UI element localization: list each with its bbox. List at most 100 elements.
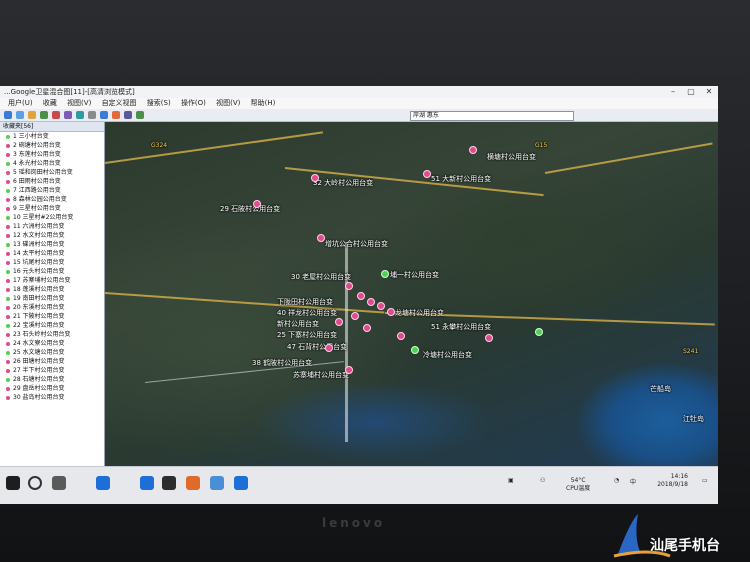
favorite-item[interactable]: 10 三星村#2公用台变 [0,213,104,222]
wifi-icon[interactable]: ◔ [614,477,619,484]
menu-item[interactable]: 收藏 [43,98,57,109]
menu-item[interactable]: 帮助(H) [251,98,276,109]
menu-item[interactable]: 自定义视图 [102,98,137,109]
ruler-icon[interactable] [88,111,96,119]
close-button[interactable]: ✕ [700,86,718,98]
download-icon[interactable] [112,111,120,119]
favorite-item[interactable]: 9 三星村公用台变 [0,204,104,213]
map-marker[interactable] [357,292,365,300]
marker-icon[interactable] [136,111,144,119]
settings-icon[interactable] [124,111,132,119]
maximize-button[interactable]: ▢ [682,86,700,98]
satellite-map[interactable]: 横塘村公用台变 51 大新村公用台变 32 大岭村公用台变 29 石陂村公用台变… [105,122,718,466]
map-marker[interactable] [351,312,359,320]
map-marker[interactable] [411,346,419,354]
folder-icon[interactable] [4,111,12,119]
favorite-item[interactable]: 13 碟洲村公用台变 [0,240,104,249]
favorite-item[interactable]: 22 宝溪村公用台变 [0,321,104,330]
favorite-item[interactable]: 7 江西路公用台变 [0,186,104,195]
person-icon[interactable]: ⚇ [540,477,545,484]
favorite-item-label: 22 宝溪村公用台变 [13,322,65,329]
menu-item[interactable]: 操作(O) [181,98,206,109]
edge-browser-icon[interactable] [140,476,154,490]
favorite-item[interactable]: 30 盐岛村公用台变 [0,393,104,402]
keyboard-icon[interactable]: ▣ [508,477,514,484]
favorite-item[interactable]: 16 元头村公用台变 [0,267,104,276]
map-marker[interactable] [253,200,261,208]
map-marker[interactable] [345,366,353,374]
search-icon[interactable] [28,476,42,490]
file-explorer-icon[interactable] [162,476,176,490]
ime-indicator[interactable]: 中 [630,477,636,486]
favorites-header[interactable]: 收藏夹[56] [0,122,104,132]
favorite-item[interactable]: 1 三小村台变 [0,132,104,141]
favorite-item[interactable]: 14 太平村公用台变 [0,249,104,258]
edge-browser-icon[interactable] [234,476,248,490]
menu-item[interactable]: 搜索(S) [147,98,171,109]
favorite-item[interactable]: 23 石头岭村公用台变 [0,330,104,339]
favorite-item[interactable]: 2 碗塘村公用台变 [0,141,104,150]
map-marker[interactable] [345,282,353,290]
clock[interactable]: 14:16 2018/9/18 [657,473,688,489]
favorite-item[interactable]: 15 坑尾村公用台变 [0,258,104,267]
favorite-item[interactable]: 28 石塘村公用台变 [0,375,104,384]
refresh-icon[interactable] [100,111,108,119]
favorite-item[interactable]: 27 半下村公用台变 [0,366,104,375]
menu-item[interactable]: 视图(V) [67,98,91,109]
favorite-item[interactable]: 26 田塘村公用台变 [0,357,104,366]
task-view-icon[interactable] [52,476,66,490]
map-app-icon[interactable] [210,476,224,490]
pan-icon[interactable] [64,111,72,119]
favorite-item[interactable]: 25 水文塘公用台变 [0,348,104,357]
favorite-item[interactable]: 17 苏寨埔村公用台变 [0,276,104,285]
cpu-temp-label: CPU温度 [566,485,591,492]
map-marker[interactable] [311,174,319,182]
toolbar: 岸湖 惠东 [0,109,718,122]
favorite-item[interactable]: 6 田雨村公用台变 [0,177,104,186]
save-icon[interactable] [16,111,24,119]
map-label: 江牡岛 [683,415,704,423]
zoom-out-icon[interactable] [52,111,60,119]
map-marker[interactable] [363,324,371,332]
favorite-item[interactable]: 5 瑶和岗田村公用台变 [0,168,104,177]
favorite-item[interactable]: 4 永光村公用台变 [0,159,104,168]
map-marker[interactable] [367,298,375,306]
favorite-item[interactable]: 8 森林公园公用台变 [0,195,104,204]
map-marker[interactable] [387,308,395,316]
menu-item[interactable]: 视图(V) [216,98,240,109]
favorite-item[interactable]: 24 水文寮公用台变 [0,339,104,348]
map-label: 51 永攀村公用台变 [431,323,492,331]
favorite-item[interactable]: 11 六洲村公用台变 [0,222,104,231]
favorite-item[interactable]: 3 东莲村公用台变 [0,150,104,159]
menu-item[interactable]: 用户(U) [8,98,33,109]
favorite-item[interactable]: 20 东溪村公用台变 [0,303,104,312]
map-marker[interactable] [381,270,389,278]
map-marker[interactable] [377,302,385,310]
map-marker[interactable] [335,318,343,326]
favorite-item[interactable]: 19 南田村公用台变 [0,294,104,303]
location-search-input[interactable]: 岸湖 惠东 [410,111,574,121]
menu-bar: 用户(U) 收藏 视图(V) 自定义视图 搜索(S) 操作(O) 视图(V) 帮… [0,98,718,109]
zoom-in-icon[interactable] [40,111,48,119]
map-marker[interactable] [317,234,325,242]
notification-icon[interactable]: ▭ [702,477,708,484]
layer-icon[interactable] [76,111,84,119]
favorite-item[interactable]: 18 蓬溪村公用台变 [0,285,104,294]
map-marker[interactable] [325,344,333,352]
favorite-item[interactable]: 12 水文村公用台变 [0,231,104,240]
start-icon[interactable] [6,476,20,490]
map-marker[interactable] [535,328,543,336]
map-label: 51 大新村公用台变 [431,175,492,183]
map-marker[interactable] [469,146,477,154]
print-icon[interactable] [28,111,36,119]
edge-browser-icon[interactable] [96,476,110,490]
map-marker[interactable] [397,332,405,340]
favorite-item[interactable]: 21 下陂村公用台变 [0,312,104,321]
map-label: 龙塘村公用台变 [395,309,444,317]
map-marker[interactable] [485,334,493,342]
favorite-item[interactable]: 29 盘岳村公用台变 [0,384,104,393]
map-marker[interactable] [423,170,431,178]
firefox-icon[interactable] [186,476,200,490]
minimize-button[interactable]: – [664,86,682,98]
pin-icon [6,305,10,310]
